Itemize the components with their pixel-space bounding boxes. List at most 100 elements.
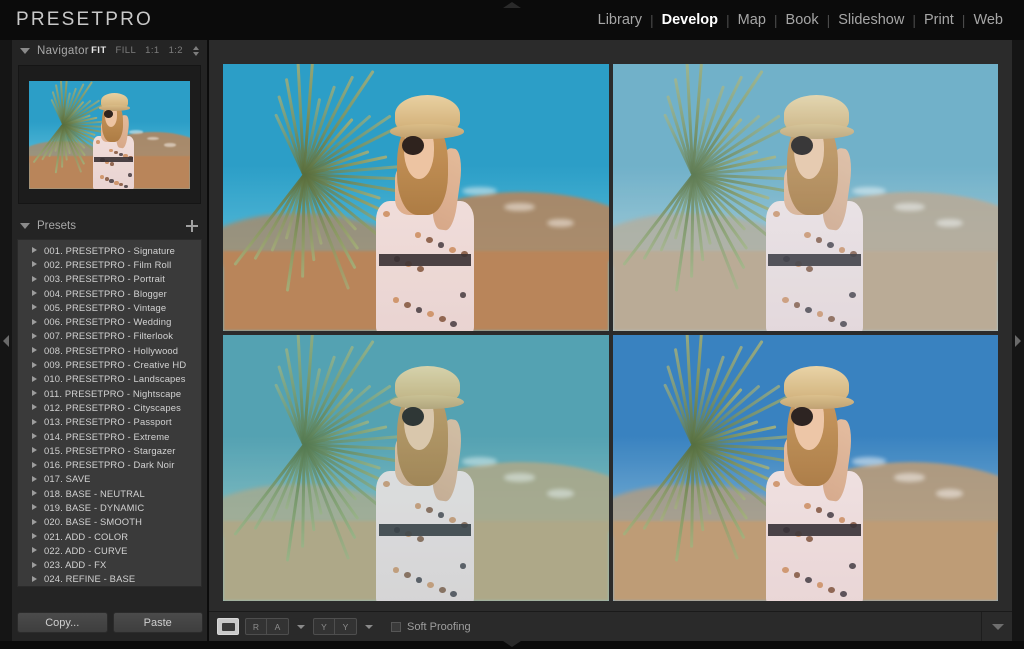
preset-label: 022. ADD - CURVE xyxy=(44,544,128,556)
zoom-level-fit[interactable]: FIT xyxy=(91,45,106,56)
soft-proofing-label: Soft Proofing xyxy=(407,620,471,633)
module-slideshow[interactable]: Slideshow xyxy=(831,12,911,28)
preset-label: 001. PRESETPRO - Signature xyxy=(44,244,176,256)
caret-right-icon xyxy=(32,332,37,339)
preset-label: 004. PRESETPRO - Blogger xyxy=(44,287,167,299)
person-subject xyxy=(759,91,875,331)
preset-item[interactable]: 013. PRESETPRO - Passport xyxy=(18,415,201,429)
variant-bottom-right[interactable] xyxy=(612,334,998,601)
zoom-level-fill[interactable]: FILL xyxy=(116,45,137,56)
loupe-view-button[interactable] xyxy=(217,618,239,635)
caret-right-icon xyxy=(32,290,37,297)
preset-item[interactable]: 001. PRESETPRO - Signature xyxy=(18,243,201,257)
preset-item[interactable]: 015. PRESETPRO - Stargazer xyxy=(18,443,201,457)
variant-top-right[interactable] xyxy=(612,64,998,331)
preset-item[interactable]: 019. BASE - DYNAMIC xyxy=(18,500,201,514)
caret-right-icon xyxy=(32,261,37,268)
preset-item[interactable]: 016. PRESETPRO - Dark Noir xyxy=(18,457,201,471)
presets-header[interactable]: Presets xyxy=(12,215,207,237)
photo-content xyxy=(223,334,609,601)
brand-logo: PRESETPRO xyxy=(16,9,153,30)
module-picker: Library | Develop | Map | Book | Slideshow | Print… xyxy=(591,12,1010,28)
top-panel-toggle[interactable] xyxy=(503,2,521,8)
preset-label: 023. ADD - FX xyxy=(44,559,107,571)
split-view-menu-icon[interactable] xyxy=(365,624,373,629)
preset-label: 010. PRESETPRO - Landscapes xyxy=(44,373,186,385)
chevron-down-icon[interactable] xyxy=(992,623,1004,630)
copy-button[interactable]: Copy... xyxy=(17,612,108,633)
preset-label: 005. PRESETPRO - Vintage xyxy=(44,301,167,313)
split-view-group: Y Y xyxy=(313,618,357,635)
soft-proofing-toggle[interactable]: Soft Proofing xyxy=(391,621,471,633)
sunglasses xyxy=(791,406,814,426)
module-print[interactable]: Print xyxy=(917,12,961,28)
disclosure-triangle-icon[interactable] xyxy=(20,223,30,229)
caret-right-icon xyxy=(32,475,37,482)
preset-item[interactable]: 012. PRESETPRO - Cityscapes xyxy=(18,400,201,414)
bottom-panel-toggle[interactable] xyxy=(503,641,521,647)
caret-right-icon xyxy=(32,533,37,540)
photo-content xyxy=(223,64,609,331)
module-book[interactable]: Book xyxy=(779,12,826,28)
navigator-preview[interactable] xyxy=(18,65,201,204)
preset-label: 003. PRESETPRO - Portrait xyxy=(44,273,165,285)
preset-label: 019. BASE - DYNAMIC xyxy=(44,501,145,513)
zoom-stepper[interactable] xyxy=(193,45,199,56)
before-after-left-button[interactable]: R xyxy=(245,618,267,635)
caret-right-icon xyxy=(32,461,37,468)
before-after-menu-icon[interactable] xyxy=(297,624,305,629)
preset-label: 012. PRESETPRO - Cityscapes xyxy=(44,401,181,413)
preset-item[interactable]: 018. BASE - NEUTRAL xyxy=(18,486,201,500)
preset-item[interactable]: 011. PRESETPRO - Nightscape xyxy=(18,386,201,400)
module-develop[interactable]: Develop xyxy=(655,12,725,28)
preset-label: 020. BASE - SMOOTH xyxy=(44,516,143,528)
right-panel-toggle[interactable] xyxy=(1012,40,1024,641)
zoom-level-1-1[interactable]: 1:1 xyxy=(145,45,159,56)
preset-label: 016. PRESETPRO - Dark Noir xyxy=(44,459,175,471)
preset-item[interactable]: 009. PRESETPRO - Creative HD xyxy=(18,357,201,371)
caret-right-icon xyxy=(32,347,37,354)
preset-item[interactable]: 021. ADD - COLOR xyxy=(18,529,201,543)
preset-item[interactable]: 010. PRESETPRO - Landscapes xyxy=(18,372,201,386)
variant-top-left[interactable] xyxy=(223,64,609,331)
left-panel-toggle[interactable] xyxy=(0,40,12,641)
preset-item[interactable]: 003. PRESETPRO - Portrait xyxy=(18,272,201,286)
disclosure-triangle-icon[interactable] xyxy=(20,47,30,54)
survey-grid xyxy=(223,64,998,601)
preset-label: 009. PRESETPRO - Creative HD xyxy=(44,359,187,371)
plus-icon[interactable] xyxy=(186,219,199,233)
caret-right-icon xyxy=(32,547,37,554)
preset-item[interactable]: 008. PRESETPRO - Hollywood xyxy=(18,343,201,357)
preset-item[interactable]: 024. REFINE - BASE xyxy=(18,572,201,586)
preset-item[interactable]: 002. PRESETPRO - Film Roll xyxy=(18,257,201,271)
preset-item[interactable]: 017. SAVE xyxy=(18,472,201,486)
split-view-right-button[interactable]: Y xyxy=(335,618,357,635)
preset-item[interactable]: 004. PRESETPRO - Blogger xyxy=(18,286,201,300)
soft-proofing-checkbox[interactable] xyxy=(391,621,401,632)
preset-label: 006. PRESETPRO - Wedding xyxy=(44,316,172,328)
preset-item[interactable]: 005. PRESETPRO - Vintage xyxy=(18,300,201,314)
module-web[interactable]: Web xyxy=(966,12,1010,28)
caret-right-icon xyxy=(32,490,37,497)
variant-bottom-left[interactable] xyxy=(223,334,609,601)
navigator-header[interactable]: Navigator FIT FILL 1:1 1:2 xyxy=(12,40,207,61)
preset-item[interactable]: 020. BASE - SMOOTH xyxy=(18,515,201,529)
preset-label: 013. PRESETPRO - Passport xyxy=(44,416,172,428)
preset-item[interactable]: 006. PRESETPRO - Wedding xyxy=(18,314,201,328)
before-after-right-button[interactable]: A xyxy=(267,618,289,635)
caret-right-icon xyxy=(32,433,37,439)
caret-right-icon xyxy=(32,375,37,382)
presets-list[interactable]: 001. PRESETPRO - Signature 002. PRESETPRO… xyxy=(17,239,202,587)
split-view-left-button[interactable]: Y xyxy=(313,618,335,635)
module-library[interactable]: Library xyxy=(591,12,649,28)
navigator-zoom-levels: FIT FILL 1:1 1:2 xyxy=(91,45,199,56)
preset-item[interactable]: 007. PRESETPRO - Filterlook xyxy=(18,329,201,343)
copy-paste-row: Copy... Paste xyxy=(17,612,203,633)
preset-item[interactable]: 023. ADD - FX xyxy=(18,558,201,572)
preset-item[interactable]: 022. ADD - CURVE xyxy=(18,543,201,557)
paste-button[interactable]: Paste xyxy=(112,612,203,633)
preset-item[interactable]: 014. PRESETPRO - Extreme xyxy=(18,429,201,443)
zoom-level-1-2[interactable]: 1:2 xyxy=(169,45,183,56)
module-map[interactable]: Map xyxy=(731,12,773,28)
presets-title: Presets xyxy=(37,220,76,232)
